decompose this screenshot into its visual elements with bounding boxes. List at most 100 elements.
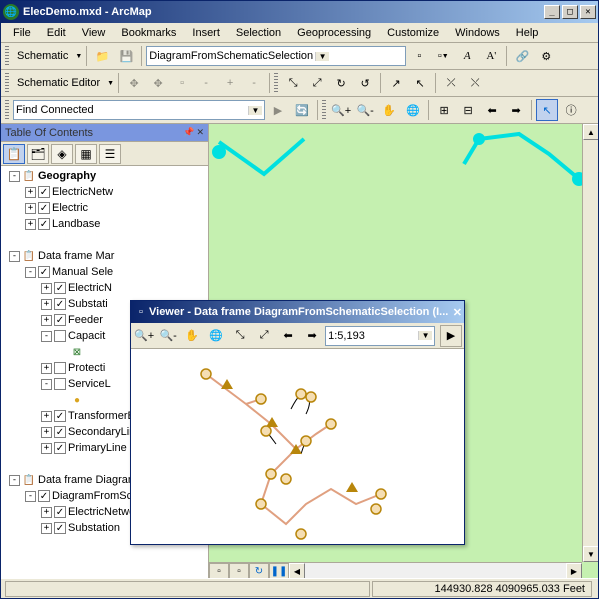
zoom-in-icon[interactable]: 🔍+ bbox=[330, 99, 352, 121]
viewer-forward-icon[interactable]: ➡ bbox=[301, 325, 323, 347]
save-icon[interactable]: 💾 bbox=[115, 45, 137, 67]
tree-expand-icon[interactable]: + bbox=[41, 315, 52, 326]
toc-close-icon[interactable]: ✕ bbox=[196, 127, 204, 138]
tree-item[interactable] bbox=[3, 232, 206, 248]
tree-checkbox[interactable]: ✓ bbox=[38, 218, 50, 230]
pause-icon[interactable]: ❚❚ bbox=[269, 563, 289, 578]
menu-bookmarks[interactable]: Bookmarks bbox=[113, 25, 184, 41]
collapse-in-icon[interactable]: ⤫ bbox=[440, 72, 462, 94]
tree-item[interactable]: +✓ElectricN bbox=[3, 280, 206, 296]
viewer-zoom-in-icon[interactable]: 🔍+ bbox=[133, 325, 155, 347]
toolbar-handle[interactable] bbox=[5, 100, 9, 120]
refresh-icon[interactable]: ↻ bbox=[249, 563, 269, 578]
menu-edit[interactable]: Edit bbox=[39, 25, 74, 41]
map-horizontal-scrollbar[interactable]: ▫ ▫ ↻ ❚❚ ◀ ▶ bbox=[209, 562, 582, 578]
menu-help[interactable]: Help bbox=[508, 25, 547, 41]
tree-checkbox[interactable] bbox=[54, 330, 66, 342]
tree-checkbox[interactable]: ✓ bbox=[54, 426, 66, 438]
tree-checkbox[interactable]: ✓ bbox=[54, 298, 66, 310]
scroll-left-icon[interactable]: ◀ bbox=[289, 563, 305, 578]
data-view-icon[interactable]: ▫ bbox=[209, 563, 229, 578]
minimize-button[interactable]: _ bbox=[544, 5, 560, 19]
viewer-window[interactable]: ▫ Viewer - Data frame DiagramFromSchemat… bbox=[130, 300, 465, 545]
maximize-button[interactable]: □ bbox=[562, 5, 578, 19]
tree-expand-icon[interactable]: - bbox=[25, 491, 36, 502]
hand-icon[interactable]: ✋ bbox=[378, 99, 400, 121]
expand-nw-icon[interactable]: ⤢ bbox=[306, 72, 328, 94]
move-icon[interactable]: ✥ bbox=[123, 72, 145, 94]
remove-icon[interactable]: - bbox=[243, 72, 265, 94]
zoom-out-icon[interactable]: 🔍- bbox=[354, 99, 376, 121]
collapse-out-icon[interactable]: ⤬ bbox=[464, 72, 486, 94]
list-options-icon[interactable]: ☰ bbox=[99, 144, 121, 164]
layout-view-icon[interactable]: ▫ bbox=[229, 563, 249, 578]
zoom-rect-in-icon[interactable]: ⊞ bbox=[433, 99, 455, 121]
globe-icon[interactable]: 🌐 bbox=[402, 99, 424, 121]
gear-icon[interactable]: ⚙ bbox=[535, 45, 557, 67]
label-icon[interactable]: A bbox=[456, 45, 478, 67]
out-nw-icon[interactable]: ↖ bbox=[409, 72, 431, 94]
scroll-up-icon[interactable]: ▲ bbox=[583, 124, 598, 140]
out-ne-icon[interactable]: ↗ bbox=[385, 72, 407, 94]
toolbar-handle[interactable] bbox=[5, 73, 9, 93]
folder-open-icon[interactable]: 📁 bbox=[91, 45, 113, 67]
list-by-selection-icon[interactable]: ▦ bbox=[75, 144, 97, 164]
tree-expand-icon[interactable]: + bbox=[25, 203, 36, 214]
viewer-titlebar[interactable]: ▫ Viewer - Data frame DiagramFromSchemat… bbox=[131, 301, 464, 323]
menu-geoprocessing[interactable]: Geoprocessing bbox=[289, 25, 379, 41]
tree-checkbox[interactable]: ✓ bbox=[54, 410, 66, 422]
toolbar-handle[interactable] bbox=[5, 46, 9, 66]
tree-checkbox[interactable]: ✓ bbox=[38, 202, 50, 214]
tree-checkbox[interactable]: ✓ bbox=[54, 442, 66, 454]
menu-windows[interactable]: Windows bbox=[447, 25, 508, 41]
find-combo[interactable]: Find Connected ▼ bbox=[13, 100, 265, 120]
list-by-source-icon[interactable]: 🗂 bbox=[27, 144, 49, 164]
identify-icon[interactable]: ⓘ bbox=[560, 99, 582, 121]
label2-icon[interactable]: A' bbox=[480, 45, 502, 67]
tree-expand-icon[interactable]: + bbox=[41, 299, 52, 310]
viewer-expand-out-icon[interactable]: ⤢ bbox=[253, 325, 275, 347]
tree-checkbox[interactable] bbox=[54, 362, 66, 374]
viewer-pan-icon[interactable]: ✋ bbox=[181, 325, 203, 347]
select-arrow-icon[interactable]: ↖ bbox=[536, 99, 558, 121]
scroll-right-icon[interactable]: ▶ bbox=[566, 563, 582, 578]
chevron-down-icon[interactable]: ▼ bbox=[418, 331, 432, 340]
rotate-cw-icon[interactable]: ↻ bbox=[330, 72, 352, 94]
tree-expand-icon[interactable]: - bbox=[9, 475, 20, 486]
viewer-back-icon[interactable]: ⬅ bbox=[277, 325, 299, 347]
tree-expand-icon[interactable]: - bbox=[25, 267, 36, 278]
zoom-rect-out-icon[interactable]: ⊟ bbox=[457, 99, 479, 121]
chevron-down-icon[interactable]: ▼ bbox=[315, 52, 329, 61]
toc-pin-icon[interactable]: 📌 bbox=[183, 127, 194, 138]
menu-view[interactable]: View bbox=[74, 25, 114, 41]
tree-expand-icon[interactable]: - bbox=[41, 379, 52, 390]
pan-icon[interactable]: ✥ bbox=[147, 72, 169, 94]
rotate-ccw-icon[interactable]: ↺ bbox=[354, 72, 376, 94]
reverse-icon[interactable]: 🔄 bbox=[291, 99, 313, 121]
viewer-more-icon[interactable]: ▶ bbox=[440, 325, 462, 347]
tree-item[interactable]: -📋Geography bbox=[3, 168, 206, 184]
tree-checkbox[interactable] bbox=[54, 378, 66, 390]
viewer-expand-in-icon[interactable]: ⤡ bbox=[229, 325, 251, 347]
viewer-scale-combo[interactable]: 1:5,193 ▼ bbox=[325, 326, 435, 346]
viewer-zoom-out-icon[interactable]: 🔍- bbox=[157, 325, 179, 347]
tree-expand-icon[interactable]: + bbox=[25, 187, 36, 198]
node-icon[interactable]: ▫ bbox=[171, 72, 193, 94]
tree-item[interactable]: +✓Electric bbox=[3, 200, 206, 216]
tree-item[interactable]: +✓ElectricNetw bbox=[3, 184, 206, 200]
toolbar-handle[interactable] bbox=[322, 100, 326, 120]
menu-file[interactable]: File bbox=[5, 25, 39, 41]
edge-icon[interactable]: - bbox=[195, 72, 217, 94]
tree-checkbox[interactable]: ✓ bbox=[54, 314, 66, 326]
tree-checkbox[interactable]: ✓ bbox=[38, 490, 50, 502]
tree-checkbox[interactable]: ✓ bbox=[54, 282, 66, 294]
add-icon[interactable]: + bbox=[219, 72, 241, 94]
play-icon[interactable]: ▶ bbox=[267, 99, 289, 121]
viewer-close-button[interactable]: ✕ bbox=[453, 306, 462, 319]
tree-expand-icon[interactable]: + bbox=[41, 427, 52, 438]
tree-expand-icon[interactable]: - bbox=[41, 331, 52, 342]
editor-dropdown[interactable]: ▼ bbox=[106, 80, 114, 87]
map-vertical-scrollbar[interactable]: ▲ ▼ bbox=[582, 124, 598, 562]
close-button[interactable]: ✕ bbox=[580, 5, 596, 19]
menu-selection[interactable]: Selection bbox=[228, 25, 289, 41]
